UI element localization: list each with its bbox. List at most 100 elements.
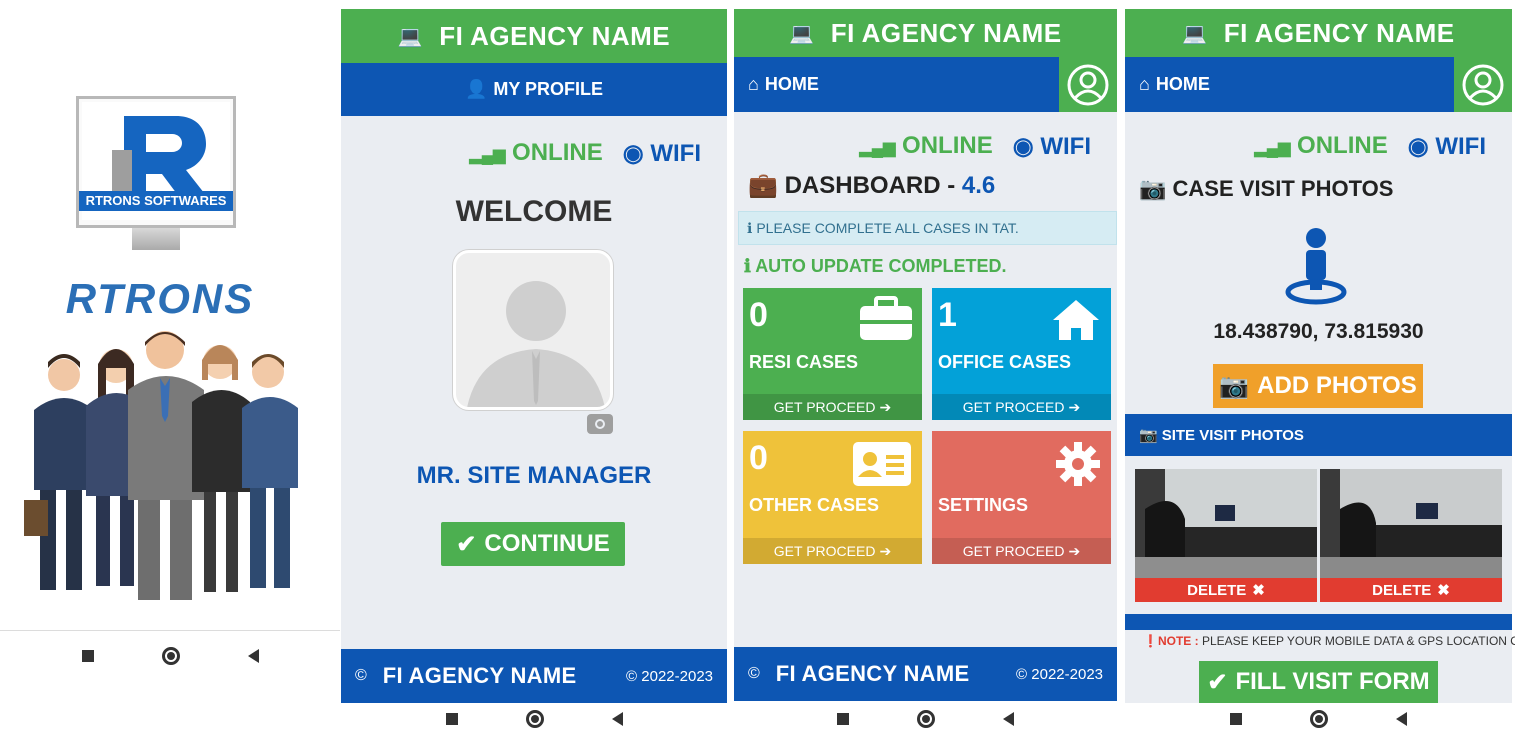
get-proceed-label: GET PROCEED [962,543,1065,559]
alert-icon: ❗ [1143,634,1158,648]
app-title: FI AGENCY NAME [1223,17,1455,48]
monitor-stand [132,228,180,250]
online-label: ONLINE [1297,132,1388,159]
other-cases-tile[interactable]: 0 OTHER CASES GET PROCEED ➔ [743,431,922,564]
app-footer: © FI AGENCY NAME © 2022-2023 [341,649,727,703]
home-header: ⌂ HOME [734,57,1117,112]
continue-button[interactable]: ✔ CONTINUE [441,522,625,566]
connection-status: ▂▄▆ ONLINE ◉ WIFI [1254,132,1486,161]
home-header: ⌂ HOME [1125,57,1512,112]
app-title: FI AGENCY NAME [439,20,671,51]
info-icon: ℹ [747,219,753,236]
settings-tile[interactable]: SETTINGS GET PROCEED ➔ [932,431,1111,564]
recents-icon[interactable] [1230,713,1242,725]
arrow-circle-icon: ➔ [879,542,892,559]
back-icon[interactable] [1396,712,1407,726]
recents-icon[interactable] [837,713,849,725]
dashboard-label: DASHBOARD - [784,172,956,199]
brand-band: RTRONS SOFTWARES [79,191,233,211]
back-icon[interactable] [247,649,259,663]
site-visit-header: 📷 SITE VISIT PHOTOS [1125,414,1512,456]
app-title-bar: 💻 FI AGENCY NAME [1125,9,1512,57]
profile-avatar-button[interactable] [1454,57,1512,112]
delete-photo-button[interactable]: DELETE ✖ [1320,578,1502,602]
close-icon: ✖ [1437,582,1450,599]
app-title-bar: 💻 FI AGENCY NAME [734,9,1117,57]
get-proceed-link[interactable]: GET PROCEED ➔ [932,538,1111,564]
app-title-bar: 💻 FI AGENCY NAME [341,9,727,63]
tile-count: 0 [749,296,768,334]
home-nav-icon[interactable] [161,647,180,665]
office-photo [1135,469,1317,579]
team-illustration [24,331,298,600]
get-proceed-label: GET PROCEED [773,543,876,559]
wifi-label: WIFI [650,140,701,167]
connection-status: ▂▄▆ ONLINE ◉ WIFI [469,139,701,168]
get-proceed-link[interactable]: GET PROCEED ➔ [743,538,922,564]
android-navbar [734,703,1117,735]
get-proceed-link[interactable]: GET PROCEED ➔ [932,394,1111,420]
site-visit-label: SITE VISIT PHOTOS [1161,426,1304,444]
get-proceed-link[interactable]: GET PROCEED ➔ [743,394,922,420]
site-photo-2[interactable]: DELETE ✖ [1320,469,1502,602]
note-body: PLEASE KEEP YOUR MOBILE DATA & GPS LOCAT… [1201,634,1515,648]
copyright-icon: © [748,665,760,682]
home-icon: ⌂ [1139,74,1150,94]
camera-icon[interactable] [587,414,613,434]
site-photo-1[interactable]: DELETE ✖ [1135,469,1317,602]
app-title: FI AGENCY NAME [830,17,1062,48]
update-status-text: AUTO UPDATE COMPLETED. [755,256,1007,276]
tile-label: SETTINGS [938,495,1029,515]
tile-label: OFFICE CASES [938,352,1072,372]
note-text: ❗NOTE : PLEASE KEEP YOUR MOBILE DATA & G… [1143,634,1515,648]
signal-icon: ▂▄▆ [1254,140,1291,157]
tile-label: RESI CASES [749,352,859,372]
photos-bottom-bar [1125,614,1512,630]
house-icon [1053,300,1099,340]
case-visit-screen: 💻 FI AGENCY NAME ⌂ HOME ▂▄▆ ONLINE ◉ WIF… [1125,0,1515,735]
back-icon[interactable] [611,712,623,726]
info-icon: ℹ [744,256,751,276]
resi-cases-tile[interactable]: 0 RESI CASES GET PROCEED ➔ [743,288,922,420]
note-label: ❗NOTE : [1143,634,1199,648]
welcome-heading: WELCOME [455,195,613,228]
delete-photo-button[interactable]: DELETE ✖ [1135,578,1317,602]
footer-agency-name: FI AGENCY NAME [382,663,577,688]
office-cases-tile[interactable]: 1 OFFICE CASES GET PROCEED ➔ [932,288,1111,420]
close-icon: ✖ [1252,582,1265,599]
brand-wordmark: RTRONS [65,275,255,322]
briefcase-icon: 💼 [748,172,778,199]
android-navbar [341,703,727,735]
wifi-icon: ◉ [622,140,644,167]
back-icon[interactable] [1003,712,1014,726]
home-nav-icon[interactable] [525,710,544,728]
footer-year: © 2022-2023 [1016,665,1103,683]
delete-label: DELETE [1372,581,1432,599]
add-photos-button[interactable]: 📷 ADD PHOTOS [1213,364,1423,408]
app-footer: © FI AGENCY NAME © 2022-2023 [734,647,1117,701]
tat-alert: ℹ PLEASE COMPLETE ALL CASES IN TAT. [738,211,1117,245]
laptop-icon: 💻 [789,22,815,45]
add-photos-label: ADD PHOTOS [1257,372,1417,399]
monitor-logo: RTRONS SOFTWARES [76,96,236,228]
recents-icon[interactable] [445,713,458,725]
home-nav-icon[interactable] [917,710,935,728]
profile-avatar-button[interactable] [1059,57,1117,112]
wifi-label: WIFI [1435,133,1486,160]
user-circle-icon [1462,64,1504,105]
location-person-icon [1285,228,1347,305]
gps-coordinates: 18.438790, 73.815930 [1213,320,1424,343]
continue-label: CONTINUE [484,530,610,557]
home-nav-icon[interactable] [1310,710,1328,728]
office-photo [1320,469,1502,579]
user-name: MR. SITE MANAGER [416,462,652,489]
android-navbar [0,640,340,672]
app-version: 4.6 [961,172,996,199]
laptop-icon: 💻 [1182,22,1208,45]
copyright-icon: © [355,667,367,684]
camera-icon: 📷 [1219,372,1250,400]
fill-visit-form-button[interactable]: ✔ FILL VISIT FORM [1199,661,1438,703]
recents-icon[interactable] [81,650,94,662]
profile-photo[interactable] [453,250,613,410]
laptop-icon: 💻 [397,25,424,48]
